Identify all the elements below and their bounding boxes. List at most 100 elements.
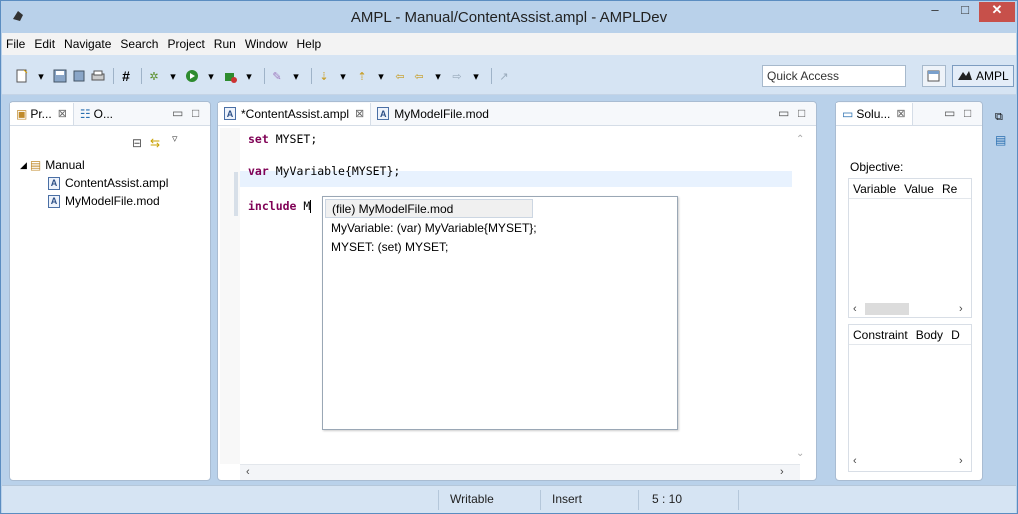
column-header[interactable]: D: [951, 328, 960, 342]
menu-run[interactable]: Run: [214, 37, 236, 51]
back-icon[interactable]: ⇦: [411, 68, 427, 84]
text-cursor: [310, 200, 312, 213]
change-marker: [234, 172, 238, 216]
close-tab-icon[interactable]: ⊠: [58, 107, 67, 120]
collapse-all-icon[interactable]: ⊟: [132, 136, 142, 150]
dropdown-arrow-icon[interactable]: ▾: [203, 68, 219, 84]
column-header[interactable]: Re: [942, 182, 957, 196]
tab-outline[interactable]: ☷ O...: [74, 103, 119, 125]
objective-label: Objective:: [850, 160, 904, 174]
maximize-view-icon[interactable]: □: [964, 106, 971, 120]
close-button[interactable]: ✕: [979, 2, 1015, 22]
project-folder-icon: ▤: [29, 158, 42, 172]
status-cursor-position: 5 : 10: [652, 492, 683, 506]
scroll-right-icon[interactable]: ›: [959, 303, 963, 315]
dropdown-arrow-icon[interactable]: ▾: [430, 68, 446, 84]
external-tools-icon[interactable]: [222, 68, 238, 84]
dropdown-arrow-icon[interactable]: ▾: [335, 68, 351, 84]
scroll-right-icon[interactable]: ›: [959, 455, 963, 467]
vertical-scroll-up-icon[interactable]: ⌃: [796, 134, 804, 145]
column-header[interactable]: Variable: [853, 182, 896, 196]
save-icon[interactable]: [52, 68, 68, 84]
status-bar: Writable Insert 5 : 10: [2, 485, 1016, 513]
close-tab-icon[interactable]: ⊠: [896, 107, 905, 120]
tab-solution[interactable]: ▭ Solu... ⊠: [836, 102, 913, 125]
expand-arrow-icon[interactable]: ◢: [20, 160, 27, 171]
column-header[interactable]: Body: [916, 328, 943, 342]
open-perspective-button[interactable]: [922, 65, 946, 87]
hash-icon[interactable]: #: [118, 68, 134, 84]
constraints-table: Constraint Body D ‹ ›: [848, 324, 972, 472]
dropdown-arrow-icon[interactable]: ▾: [33, 68, 49, 84]
ampl-file-icon: A: [48, 194, 60, 208]
menu-file[interactable]: File: [6, 37, 25, 51]
tree-item-mymodelfile-label: MyModelFile.mod: [65, 194, 160, 208]
close-tab-icon[interactable]: ⊠: [355, 107, 364, 120]
menu-navigate[interactable]: Navigate: [64, 37, 111, 51]
maximize-button[interactable]: □: [951, 2, 979, 22]
toolbar-separator: [491, 68, 492, 84]
scroll-right-icon[interactable]: ›: [780, 466, 784, 478]
quick-access-input[interactable]: Quick Access: [762, 65, 906, 87]
column-header[interactable]: Value: [904, 182, 934, 196]
tree-item-contentassist-label: ContentAssist.ampl: [65, 176, 169, 190]
restore-icon[interactable]: ⧉: [995, 111, 1003, 124]
last-edit-icon[interactable]: ⇦: [392, 68, 408, 84]
pen-icon[interactable]: ✎: [269, 68, 285, 84]
tab-project-explorer[interactable]: ▣ Pr... ⊠: [10, 102, 74, 125]
open-perspective-icon: [927, 70, 940, 82]
completion-item[interactable]: (file) MyModelFile.mod: [325, 199, 533, 218]
minimize-view-icon[interactable]: ▭: [944, 106, 955, 120]
tree-item-contentassist[interactable]: A ContentAssist.ampl: [20, 174, 168, 192]
maximize-view-icon[interactable]: □: [192, 106, 199, 120]
link-with-editor-icon[interactable]: ⇆: [150, 136, 160, 150]
app-window: AMPL - Manual/ContentAssist.ampl - AMPLD…: [0, 0, 1018, 514]
column-header[interactable]: Constraint: [853, 328, 908, 342]
menu-search[interactable]: Search: [120, 37, 158, 51]
dropdown-arrow-icon[interactable]: ▾: [288, 68, 304, 84]
toolbar-buttons: ▾ # ✲ ▾ ▾ ▾ ✎ ▾ ⇣ ▾ ⇡ ▾ ⇦ ⇦ ▾ ⇨ ▾ ↗: [14, 67, 515, 85]
menu-help[interactable]: Help: [297, 37, 322, 51]
menu-edit[interactable]: Edit: [34, 37, 55, 51]
print-icon[interactable]: [90, 68, 106, 84]
horizontal-scroll-thumb[interactable]: [865, 303, 909, 315]
dropdown-arrow-icon[interactable]: ▾: [373, 68, 389, 84]
vertical-scroll-down-icon[interactable]: ⌄: [796, 448, 804, 459]
keyword-set: set: [248, 132, 269, 146]
menu-project[interactable]: Project: [167, 37, 204, 51]
dropdown-arrow-icon[interactable]: ▾: [468, 68, 484, 84]
minimize-button[interactable]: –: [921, 2, 949, 22]
completion-item[interactable]: MYSET: (set) MYSET;: [325, 237, 675, 256]
minimize-view-icon[interactable]: ▭: [778, 106, 789, 120]
code-line-1: set MYSET;: [248, 132, 317, 146]
run-icon[interactable]: [184, 68, 200, 84]
tree-item-mymodelfile[interactable]: A MyModelFile.mod: [20, 192, 168, 210]
menu-window[interactable]: Window: [245, 37, 288, 51]
scroll-left-icon[interactable]: ‹: [853, 455, 857, 467]
annotation-prev-icon[interactable]: ⇡: [354, 68, 370, 84]
tab-outline-label: O...: [93, 106, 114, 121]
pin-editor-icon[interactable]: ↗: [496, 68, 512, 84]
tab-mymodelfile[interactable]: A MyModelFile.mod: [371, 103, 495, 125]
status-separator: [638, 490, 639, 510]
code-line-5: include M: [248, 199, 312, 213]
debug-icon[interactable]: ✲: [146, 68, 162, 84]
scroll-left-icon[interactable]: ‹: [246, 466, 250, 478]
scroll-left-icon[interactable]: ‹: [853, 303, 857, 315]
horizontal-scrollbar[interactable]: ‹ ›: [240, 464, 800, 480]
minimize-view-icon[interactable]: ▭: [172, 106, 183, 120]
tree-item-manual[interactable]: ◢ ▤ Manual: [20, 156, 168, 174]
view-menu-icon[interactable]: ▿: [172, 132, 178, 145]
maximize-view-icon[interactable]: □: [798, 106, 805, 120]
ampl-perspective-button[interactable]: AMPL: [952, 65, 1014, 87]
console-icon[interactable]: ▤: [995, 133, 1006, 147]
annotation-next-icon[interactable]: ⇣: [316, 68, 332, 84]
status-separator: [438, 490, 439, 510]
dropdown-arrow-icon[interactable]: ▾: [241, 68, 257, 84]
forward-icon[interactable]: ⇨: [449, 68, 465, 84]
completion-item[interactable]: MyVariable: (var) MyVariable{MYSET};: [325, 218, 675, 237]
tab-contentassist[interactable]: A *ContentAssist.ampl ⊠: [218, 102, 372, 125]
dropdown-arrow-icon[interactable]: ▾: [165, 68, 181, 84]
save-all-icon[interactable]: [71, 68, 87, 84]
new-file-icon[interactable]: [14, 68, 30, 84]
